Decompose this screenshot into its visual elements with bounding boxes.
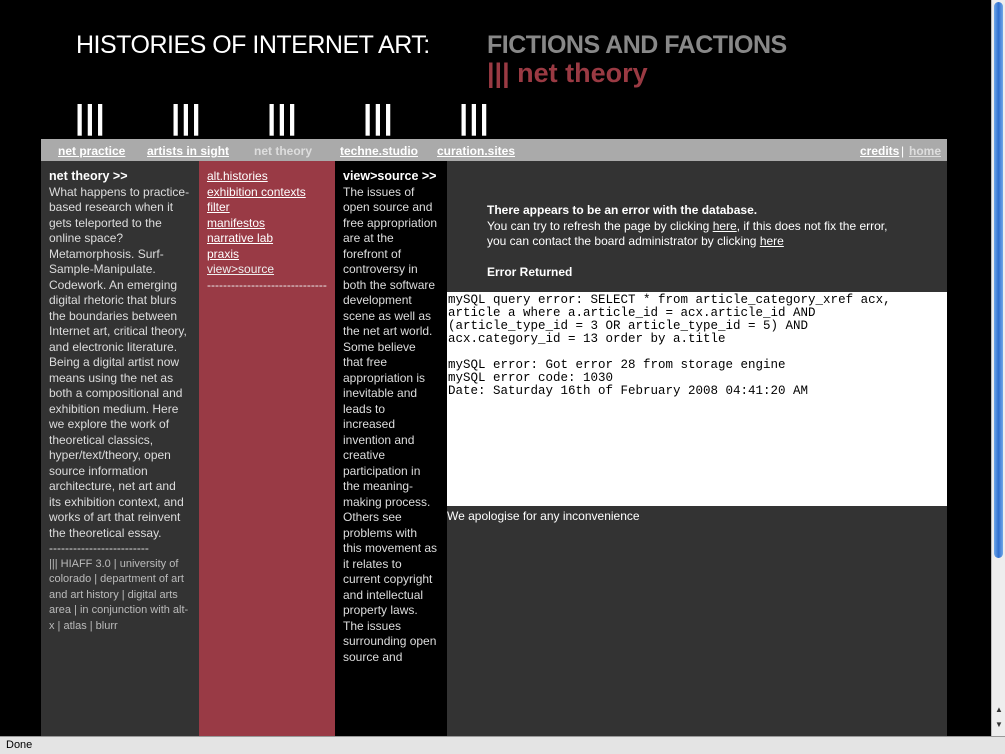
section-description-column: view>source >> The issues of open source…	[335, 161, 447, 736]
divider: -------------------------	[49, 541, 149, 555]
nav-link-techne-studio[interactable]: techne.studio	[340, 144, 418, 158]
section-title: ||| net theory	[487, 58, 648, 88]
subnav-link-manifestos[interactable]: manifestos	[207, 216, 327, 232]
content-column: There appears to be an error with the da…	[447, 161, 947, 736]
credits-link[interactable]: credits	[860, 144, 899, 158]
refresh-link[interactable]: here	[713, 219, 737, 233]
bar-mark: |||	[267, 98, 298, 135]
site-title: HISTORIES OF INTERNET ART:	[76, 31, 430, 59]
contact-admin-link[interactable]: here	[760, 234, 784, 248]
bar-mark: |||	[171, 98, 202, 135]
nav-link-net-theory[interactable]: net theory	[254, 144, 312, 158]
status-bar: Done	[0, 736, 1005, 754]
scrollbar-thumb[interactable]	[994, 2, 1003, 558]
subnav-link-alt-histories[interactable]: alt.histories	[207, 169, 327, 185]
error-title: There appears to be an error with the da…	[487, 203, 758, 217]
nav-link-artists-in-sight[interactable]: artists in sight	[147, 144, 229, 158]
browser-viewport: HISTORIES OF INTERNET ART: FICTIONS AND …	[0, 0, 991, 736]
nav-link-curation-sites[interactable]: curation.sites	[437, 144, 515, 158]
site-footer-text: ||| HIAFF 3.0 | university of colorado |…	[49, 557, 189, 632]
bar-mark: |||	[75, 98, 106, 135]
intro-column: net theory >> What happens to practice-b…	[41, 161, 199, 736]
subnav-link-exhibition-contexts[interactable]: exhibition contexts	[207, 185, 327, 201]
bar-mark: |||	[363, 98, 394, 135]
subnav-link-narrative-lab[interactable]: narrative lab	[207, 231, 327, 247]
nav-separator: |	[901, 144, 905, 158]
error-details-textarea[interactable]: mySQL query error: SELECT * from article…	[447, 292, 947, 506]
error-message: There appears to be an error with the da…	[487, 203, 907, 250]
subnav-link-view-source[interactable]: view>source	[207, 262, 327, 278]
subnav-column: alt.histories exhibition contexts filter…	[199, 161, 335, 736]
subnav-link-filter[interactable]: filter	[207, 200, 327, 216]
status-text: Done	[6, 739, 33, 751]
divider: -------------------------------------	[207, 277, 327, 292]
nav-link-net-practice[interactable]: net practice	[58, 144, 125, 158]
section-heading: view>source >>	[343, 169, 437, 183]
bar-mark: |||	[459, 98, 490, 135]
site-subtitle: FICTIONS AND FACTIONS	[487, 31, 787, 59]
subnav-link-praxis[interactable]: praxis	[207, 247, 327, 263]
section-text: The issues of open source and free appro…	[343, 184, 438, 664]
home-link[interactable]: home	[909, 144, 941, 158]
error-returned-label: Error Returned	[487, 265, 573, 279]
apology-text: We apologise for any inconvenience	[447, 509, 640, 523]
vertical-scrollbar[interactable]: ▲ ▼	[991, 0, 1005, 736]
main-nav: net practice artists in sight net theory…	[41, 139, 947, 161]
scroll-up-arrow-icon[interactable]: ▲	[995, 705, 1003, 714]
intro-text: What happens to practice-based research …	[49, 184, 190, 540]
scroll-down-arrow-icon[interactable]: ▼	[995, 720, 1003, 729]
intro-heading: net theory >>	[49, 169, 128, 183]
error-text: You can try to refresh the page by click…	[487, 218, 713, 233]
